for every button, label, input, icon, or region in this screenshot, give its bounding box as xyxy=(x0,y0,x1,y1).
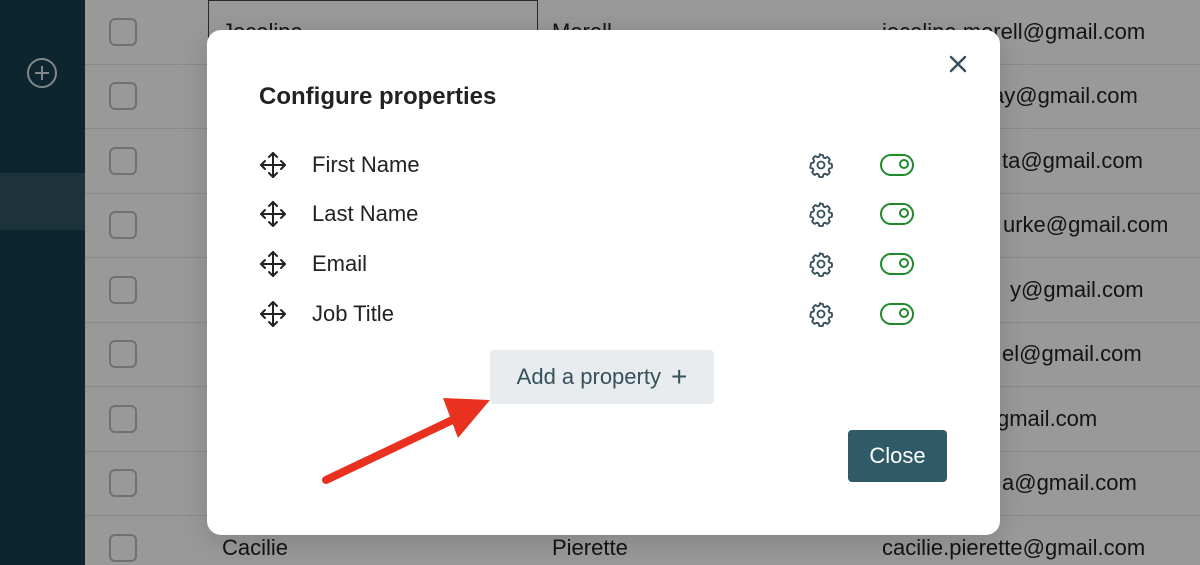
toggle-on-icon[interactable] xyxy=(880,252,914,275)
add-property-button[interactable]: Add a property + xyxy=(490,350,714,404)
dialog-title: Configure properties xyxy=(259,83,497,110)
property-list: First Name Last Name Email Job Title xyxy=(259,140,939,338)
toggle-on-icon[interactable] xyxy=(880,203,914,226)
gear-icon[interactable] xyxy=(807,300,835,328)
close-button[interactable]: Close xyxy=(848,430,947,482)
property-row: Email xyxy=(259,239,939,289)
gear-icon[interactable] xyxy=(807,200,835,228)
property-row: Last Name xyxy=(259,190,939,240)
toggle-on-icon[interactable] xyxy=(880,302,914,325)
toggle-on-icon[interactable] xyxy=(880,153,914,176)
move-arrows-icon[interactable] xyxy=(259,151,287,179)
property-label: First Name xyxy=(312,151,420,177)
property-row: Job Title xyxy=(259,289,939,339)
property-label: Job Title xyxy=(312,300,394,326)
move-arrows-icon[interactable] xyxy=(259,250,287,278)
gear-icon[interactable] xyxy=(807,151,835,179)
move-arrows-icon[interactable] xyxy=(259,300,287,328)
move-arrows-icon[interactable] xyxy=(259,200,287,228)
gear-icon[interactable] xyxy=(807,250,835,278)
add-property-label: Add a property xyxy=(516,364,661,389)
property-label: Email xyxy=(312,250,368,276)
property-row: First Name xyxy=(259,140,939,190)
plus-icon: + xyxy=(670,361,688,392)
property-label: Last Name xyxy=(312,201,419,227)
close-icon[interactable] xyxy=(946,52,970,76)
annotation-arrow xyxy=(322,398,490,484)
